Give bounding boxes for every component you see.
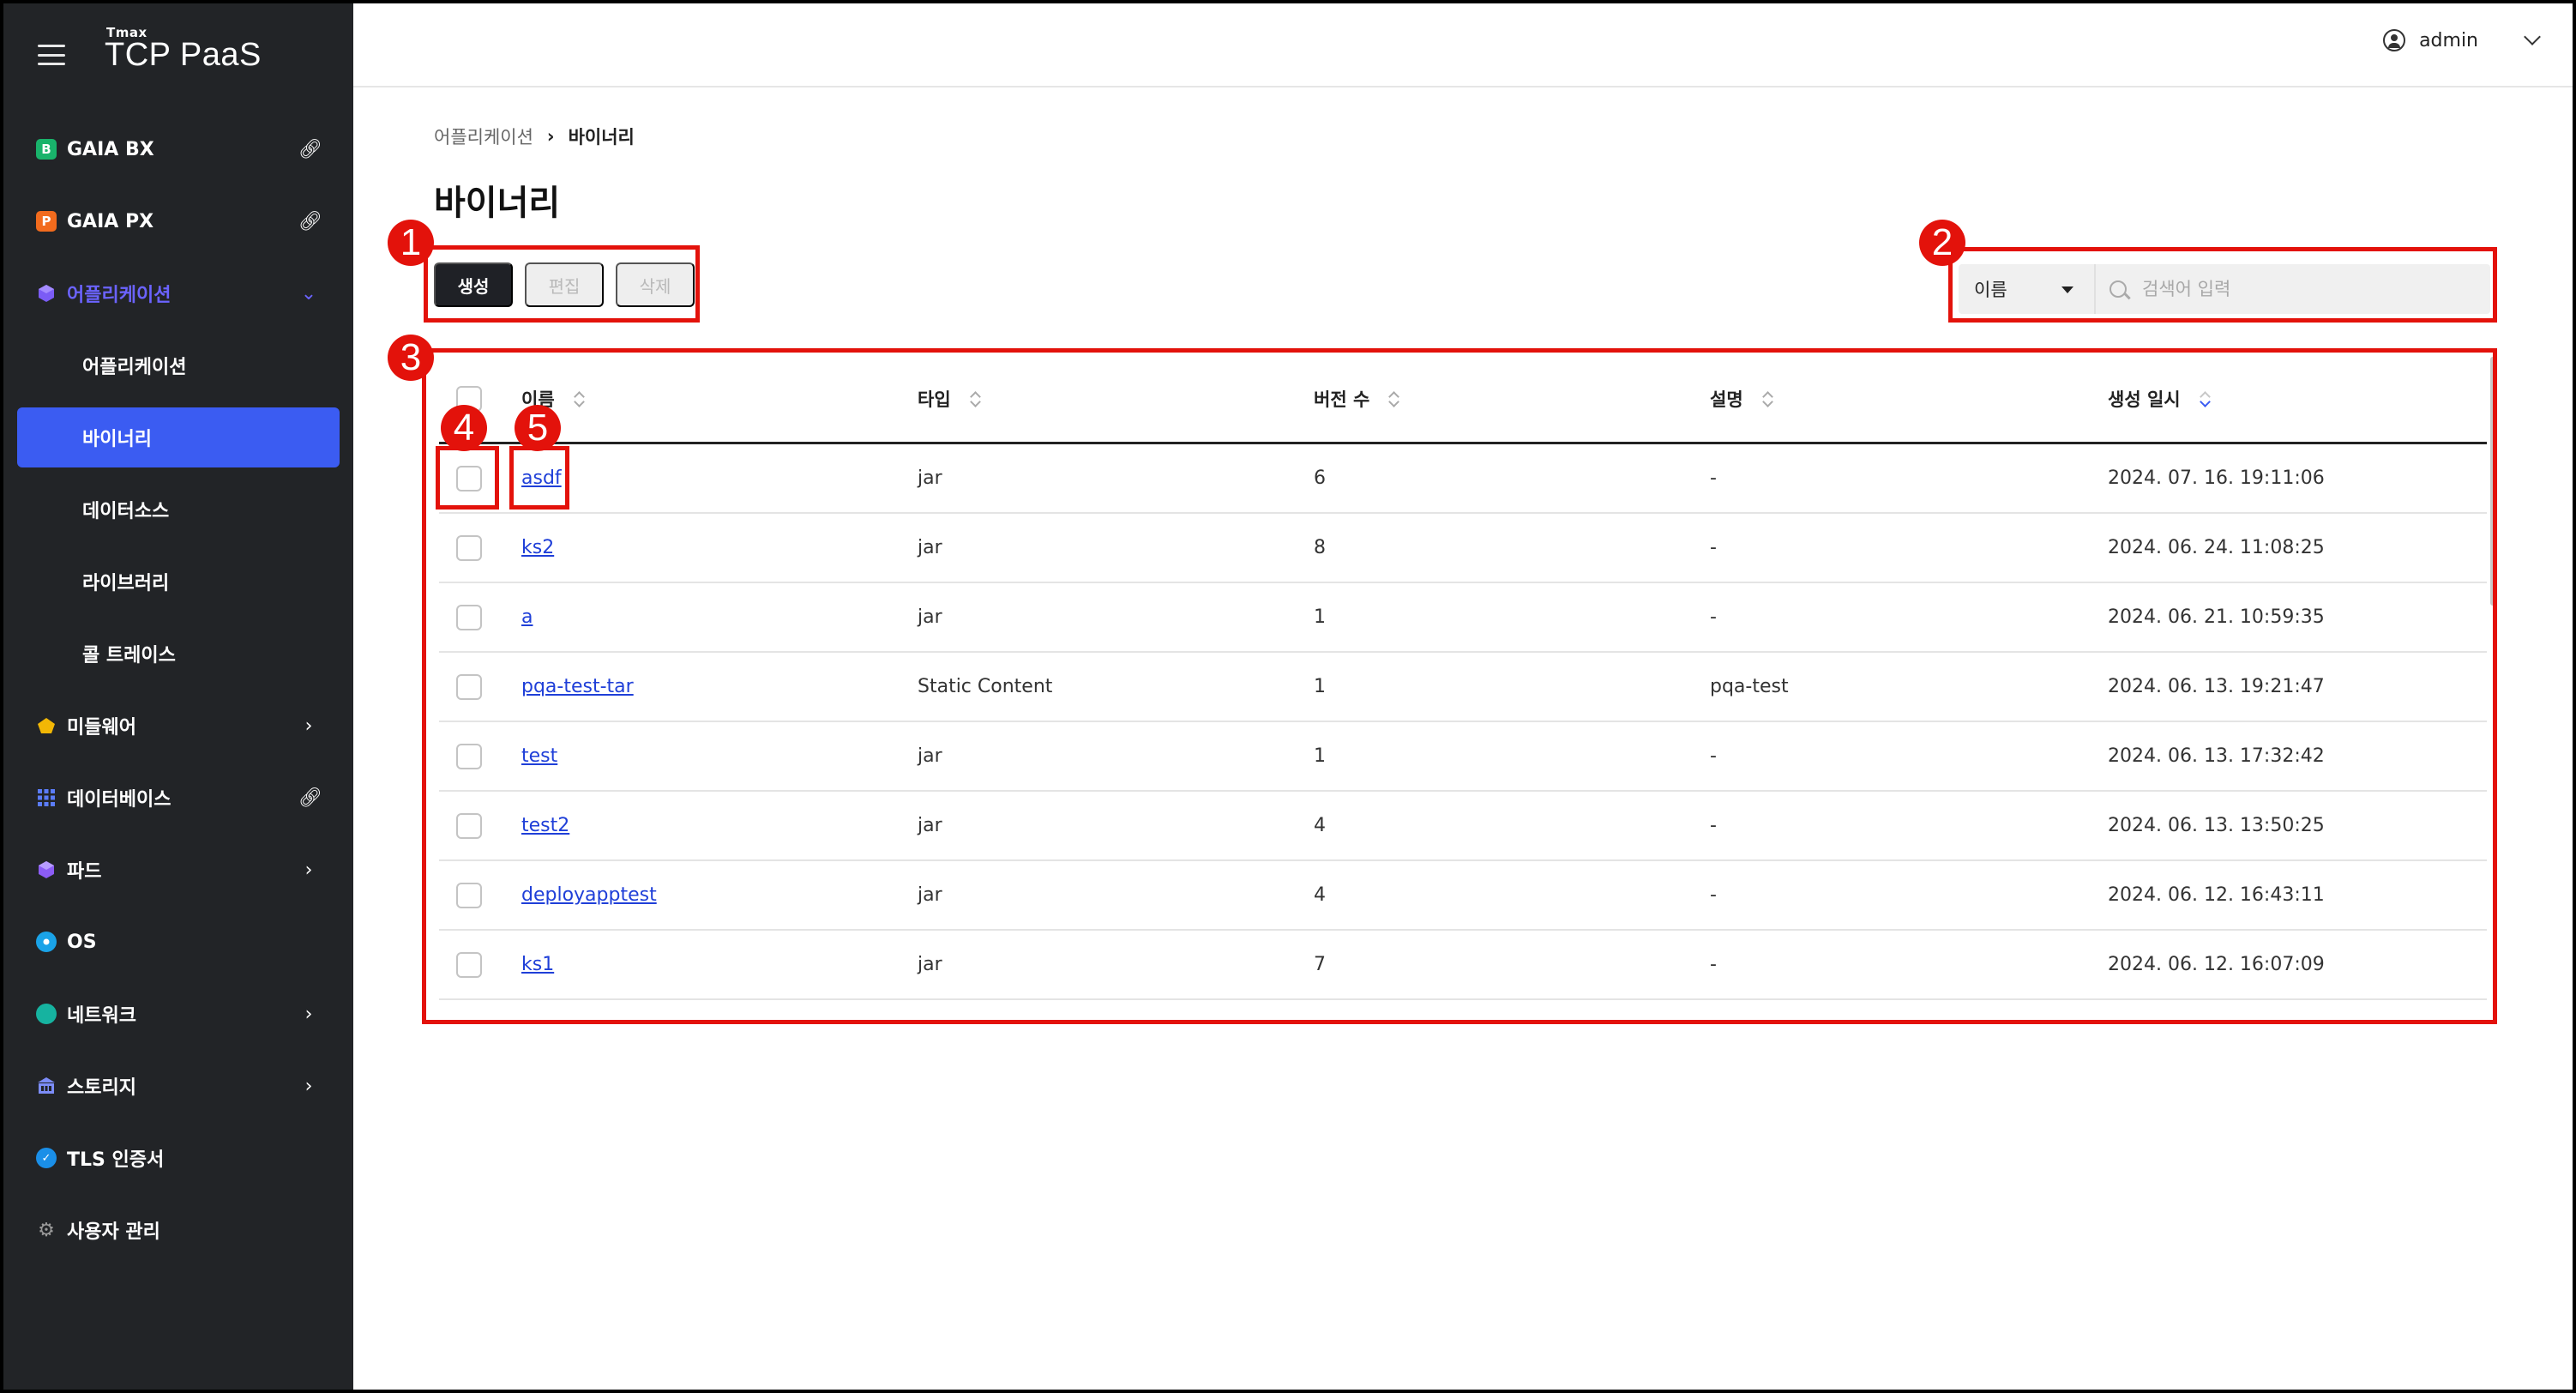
annotation-badge-3: 3 [388, 335, 434, 381]
external-link-icon: 🔗︎ [298, 210, 322, 232]
sidebar: Tmax TCP PaaS B GAIA BX 🔗︎ P GAIA PX 🔗︎ … [3, 3, 353, 1390]
sidebar-subitem-binary[interactable]: 바이너리 [17, 407, 340, 467]
external-link-icon: 🔗︎ [298, 787, 322, 809]
chevron-down-icon[interactable] [2524, 28, 2541, 45]
gaia-bx-icon: B [36, 139, 57, 160]
sidebar-item-label: 어플리케이션 [67, 285, 172, 306]
sidebar-nav: B GAIA BX 🔗︎ P GAIA PX 🔗︎ 어플리케이션 ⌄ 어플리케이… [3, 113, 353, 1266]
chevron-right-icon: › [304, 859, 313, 881]
sidebar-item-middleware[interactable]: 미들웨어 › [3, 690, 353, 762]
user-avatar-icon [2383, 29, 2406, 51]
sidebar-item-gaia-bx[interactable]: B GAIA BX 🔗︎ [3, 113, 353, 185]
sidebar-item-label: OS [67, 931, 97, 953]
sidebar-item-label: 데이터베이스 [67, 789, 172, 811]
sidebar-item-database[interactable]: 데이터베이스 🔗︎ [3, 762, 353, 834]
sidebar-item-gaia-px[interactable]: P GAIA PX 🔗︎ [3, 185, 353, 257]
os-icon [36, 932, 57, 952]
sidebar-item-user-management[interactable]: ⚙ 사용자 관리 [3, 1194, 353, 1266]
external-link-icon: 🔗︎ [298, 138, 322, 160]
breadcrumb-parent[interactable]: 어플리케이션 [434, 124, 533, 149]
sidebar-item-os[interactable]: OS [3, 906, 353, 978]
tls-certificate-icon: ✓ [36, 1148, 57, 1168]
sidebar-subitem-call-trace[interactable]: 콜 트레이스 [3, 618, 353, 690]
sidebar-item-label: GAIA PX [67, 210, 154, 232]
hamburger-menu-icon[interactable] [38, 45, 65, 65]
gaia-px-icon: P [36, 211, 57, 232]
chevron-right-icon: › [304, 1003, 313, 1025]
sidebar-item-tls-certificate[interactable]: ✓ TLS 인증서 [3, 1122, 353, 1194]
middleware-icon [36, 715, 57, 736]
annotation-badge-4: 4 [441, 405, 487, 451]
sidebar-item-label: 파드 [67, 861, 102, 883]
sidebar-item-label: 스토리지 [67, 1077, 136, 1099]
page-title: 바이너리 [434, 184, 561, 223]
sidebar-item-pod[interactable]: 파드 › [3, 834, 353, 906]
sidebar-item-label: 미들웨어 [67, 717, 136, 739]
logo-tmax: Tmax [106, 24, 147, 40]
annotation-badge-2: 2 [1919, 220, 1965, 266]
sidebar-item-label: TLS 인증서 [67, 1149, 165, 1171]
sidebar-item-label: 네트워크 [67, 1005, 136, 1027]
sidebar-subitem-library[interactable]: 라이브러리 [3, 546, 353, 618]
network-globe-icon [36, 1004, 57, 1024]
top-bar: admin [353, 3, 2573, 87]
logo: Tmax TCP PaaS [105, 25, 262, 74]
annotation-box-actions [424, 245, 700, 323]
annotation-box-name-link [509, 446, 569, 510]
sidebar-item-label: GAIA BX [67, 138, 154, 160]
sidebar-item-storage[interactable]: 스토리지 › [3, 1050, 353, 1122]
sidebar-item-application[interactable]: 어플리케이션 ⌄ [3, 257, 353, 329]
sidebar-item-label: 사용자 관리 [67, 1221, 160, 1243]
database-grid-icon [36, 787, 57, 808]
pod-cube-icon [36, 859, 57, 880]
storage-building-icon [36, 1076, 57, 1096]
annotation-box-table [422, 348, 2497, 1024]
user-management-gear-icon: ⚙ [38, 1219, 55, 1241]
app-window: Tmax TCP PaaS B GAIA BX 🔗︎ P GAIA PX 🔗︎ … [0, 0, 2576, 1393]
annotation-box-checkbox [436, 446, 499, 510]
chevron-right-icon: › [304, 715, 313, 737]
annotation-badge-5: 5 [515, 405, 561, 451]
sidebar-item-network[interactable]: 네트워크 › [3, 978, 353, 1050]
logo-product: TCP PaaS [105, 36, 262, 73]
chevron-right-icon: › [304, 1075, 313, 1097]
user-name: admin [2419, 29, 2478, 51]
annotation-box-search [1948, 247, 2497, 323]
breadcrumb-separator-icon: › [546, 126, 555, 147]
brand-area: Tmax TCP PaaS [38, 21, 262, 89]
breadcrumb-current: 바이너리 [568, 127, 635, 148]
sidebar-subitem-application[interactable]: 어플리케이션 [3, 329, 353, 401]
breadcrumb: 어플리케이션 › 바이너리 [434, 124, 635, 149]
application-cube-icon [36, 283, 57, 304]
chevron-down-icon: ⌄ [300, 282, 317, 305]
sidebar-subitem-datasource[interactable]: 데이터소스 [3, 473, 353, 546]
annotation-badge-1: 1 [388, 220, 434, 266]
user-menu[interactable]: admin [2383, 28, 2541, 51]
